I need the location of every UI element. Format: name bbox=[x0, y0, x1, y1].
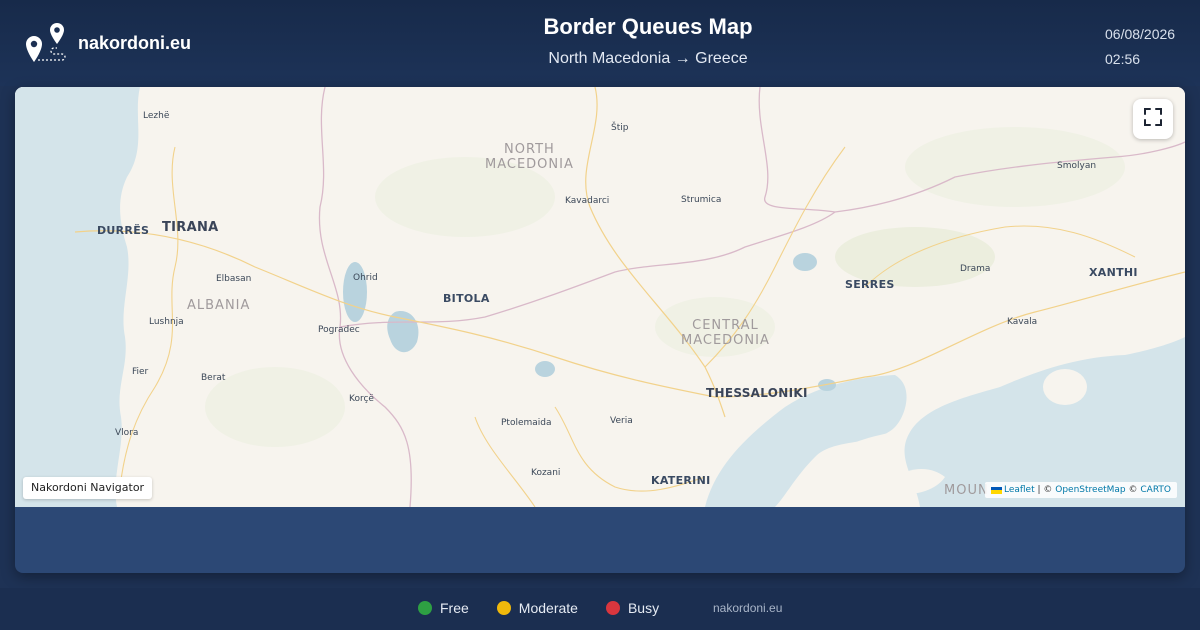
legend-dot-moderate bbox=[496, 601, 511, 615]
city-label-berat: Berat bbox=[201, 373, 226, 383]
city-label-bitola: BITOLA bbox=[443, 292, 490, 305]
city-label-kavala: Kavala bbox=[1007, 317, 1038, 327]
current-time: 02:56 bbox=[1105, 51, 1141, 67]
carto-link[interactable]: CARTO bbox=[1140, 482, 1171, 498]
attribution-separator: | © bbox=[1034, 485, 1056, 495]
city-label-stip: Štip bbox=[611, 123, 629, 133]
city-label-lezhe: Lezhë bbox=[143, 111, 170, 121]
city-label-fier: Fier bbox=[132, 367, 149, 377]
city-label-smolyan: Smolyan bbox=[1057, 161, 1097, 171]
region-label-line: NORTH bbox=[504, 142, 555, 157]
legend-item-moderate: Moderate bbox=[496, 600, 578, 616]
region-label-line: MACEDONIA bbox=[681, 333, 770, 348]
city-label-katerini: KATERINI bbox=[651, 474, 711, 487]
fullscreen-button[interactable] bbox=[1133, 99, 1173, 139]
title-block: Border Queues Map North Macedonia → Gree… bbox=[400, 14, 896, 68]
footer-site[interactable]: nakordoni.eu bbox=[713, 601, 782, 615]
city-label-durres: DURRËS bbox=[97, 224, 150, 237]
attribution-separator: © bbox=[1125, 485, 1141, 495]
navigator-badge[interactable]: Nakordoni Navigator bbox=[23, 477, 153, 499]
legend: Free Moderate Busy bbox=[418, 600, 687, 616]
city-label-kozani: Kozani bbox=[531, 468, 561, 478]
city-label-lushnja: Lushnja bbox=[149, 317, 184, 327]
city-label-ptolemaida: Ptolemaida bbox=[501, 418, 552, 428]
header: nakordoni.eu Border Queues Map North Mac… bbox=[0, 0, 1200, 86]
city-label-serres: SERRES bbox=[845, 278, 895, 291]
city-label-thessaloniki: THESSALONIKI bbox=[706, 386, 808, 400]
city-label-drama: Drama bbox=[960, 264, 991, 274]
map-attribution: Leaflet | © OpenStreetMap © CARTO bbox=[984, 482, 1177, 498]
ukraine-flag-icon bbox=[990, 486, 1002, 494]
current-date: 06/08/2026 bbox=[1105, 26, 1176, 42]
region-label-line: MACEDONIA bbox=[485, 157, 574, 172]
legend-item-free: Free bbox=[418, 600, 469, 616]
city-label-korce: Korçë bbox=[349, 394, 374, 404]
brand-name: nakordoni.eu bbox=[78, 32, 192, 53]
fullscreen-icon bbox=[1143, 107, 1163, 132]
leaflet-link[interactable]: Leaflet bbox=[1004, 482, 1035, 498]
region-label-albania: ALBANIA bbox=[187, 298, 251, 313]
region-label-line: CENTRAL bbox=[692, 318, 759, 333]
legend-dot-busy bbox=[605, 601, 620, 615]
legend-label-free: Free bbox=[440, 600, 469, 616]
city-label-ohrid: Ohrid bbox=[353, 273, 378, 283]
city-label-elbasan: Elbasan bbox=[216, 274, 252, 284]
city-label-vlora: Vlora bbox=[115, 428, 139, 438]
footer: Free Moderate Busy nakordoni.eu bbox=[0, 588, 1200, 630]
brand[interactable]: nakordoni.eu bbox=[24, 22, 191, 64]
region-label-north-macedonia: NORTH MACEDONIA bbox=[485, 142, 574, 172]
map-pins-route-icon bbox=[24, 22, 68, 64]
city-label-kavadarci: Kavadarci bbox=[565, 196, 610, 206]
city-label-veria: Veria bbox=[610, 416, 633, 426]
map-basemap bbox=[15, 87, 1185, 507]
city-label-pogradec: Pogradec bbox=[318, 325, 360, 335]
city-label-strumica: Strumica bbox=[681, 195, 722, 205]
route-subtitle: North Macedonia → Greece bbox=[548, 50, 748, 67]
legend-item-busy: Busy bbox=[605, 600, 660, 616]
legend-dot-free bbox=[418, 601, 432, 615]
page-title: Border Queues Map bbox=[543, 14, 753, 39]
datetime: 06/08/2026 02:56 bbox=[1105, 22, 1175, 72]
border-queues-map[interactable]: NORTH MACEDONIA ALBANIA CENTRAL MACEDONI… bbox=[15, 87, 1185, 507]
legend-label-moderate: Moderate bbox=[518, 600, 578, 616]
legend-label-busy: Busy bbox=[627, 600, 660, 616]
city-label-tirana: TIRANA bbox=[162, 220, 219, 235]
city-label-xanthi: XANTHI bbox=[1089, 266, 1138, 279]
openstreetmap-link[interactable]: OpenStreetMap bbox=[1055, 482, 1125, 498]
region-label-mount: MOUN bbox=[944, 483, 989, 498]
region-label-central-macedonia: CENTRAL MACEDONIA bbox=[681, 318, 770, 348]
